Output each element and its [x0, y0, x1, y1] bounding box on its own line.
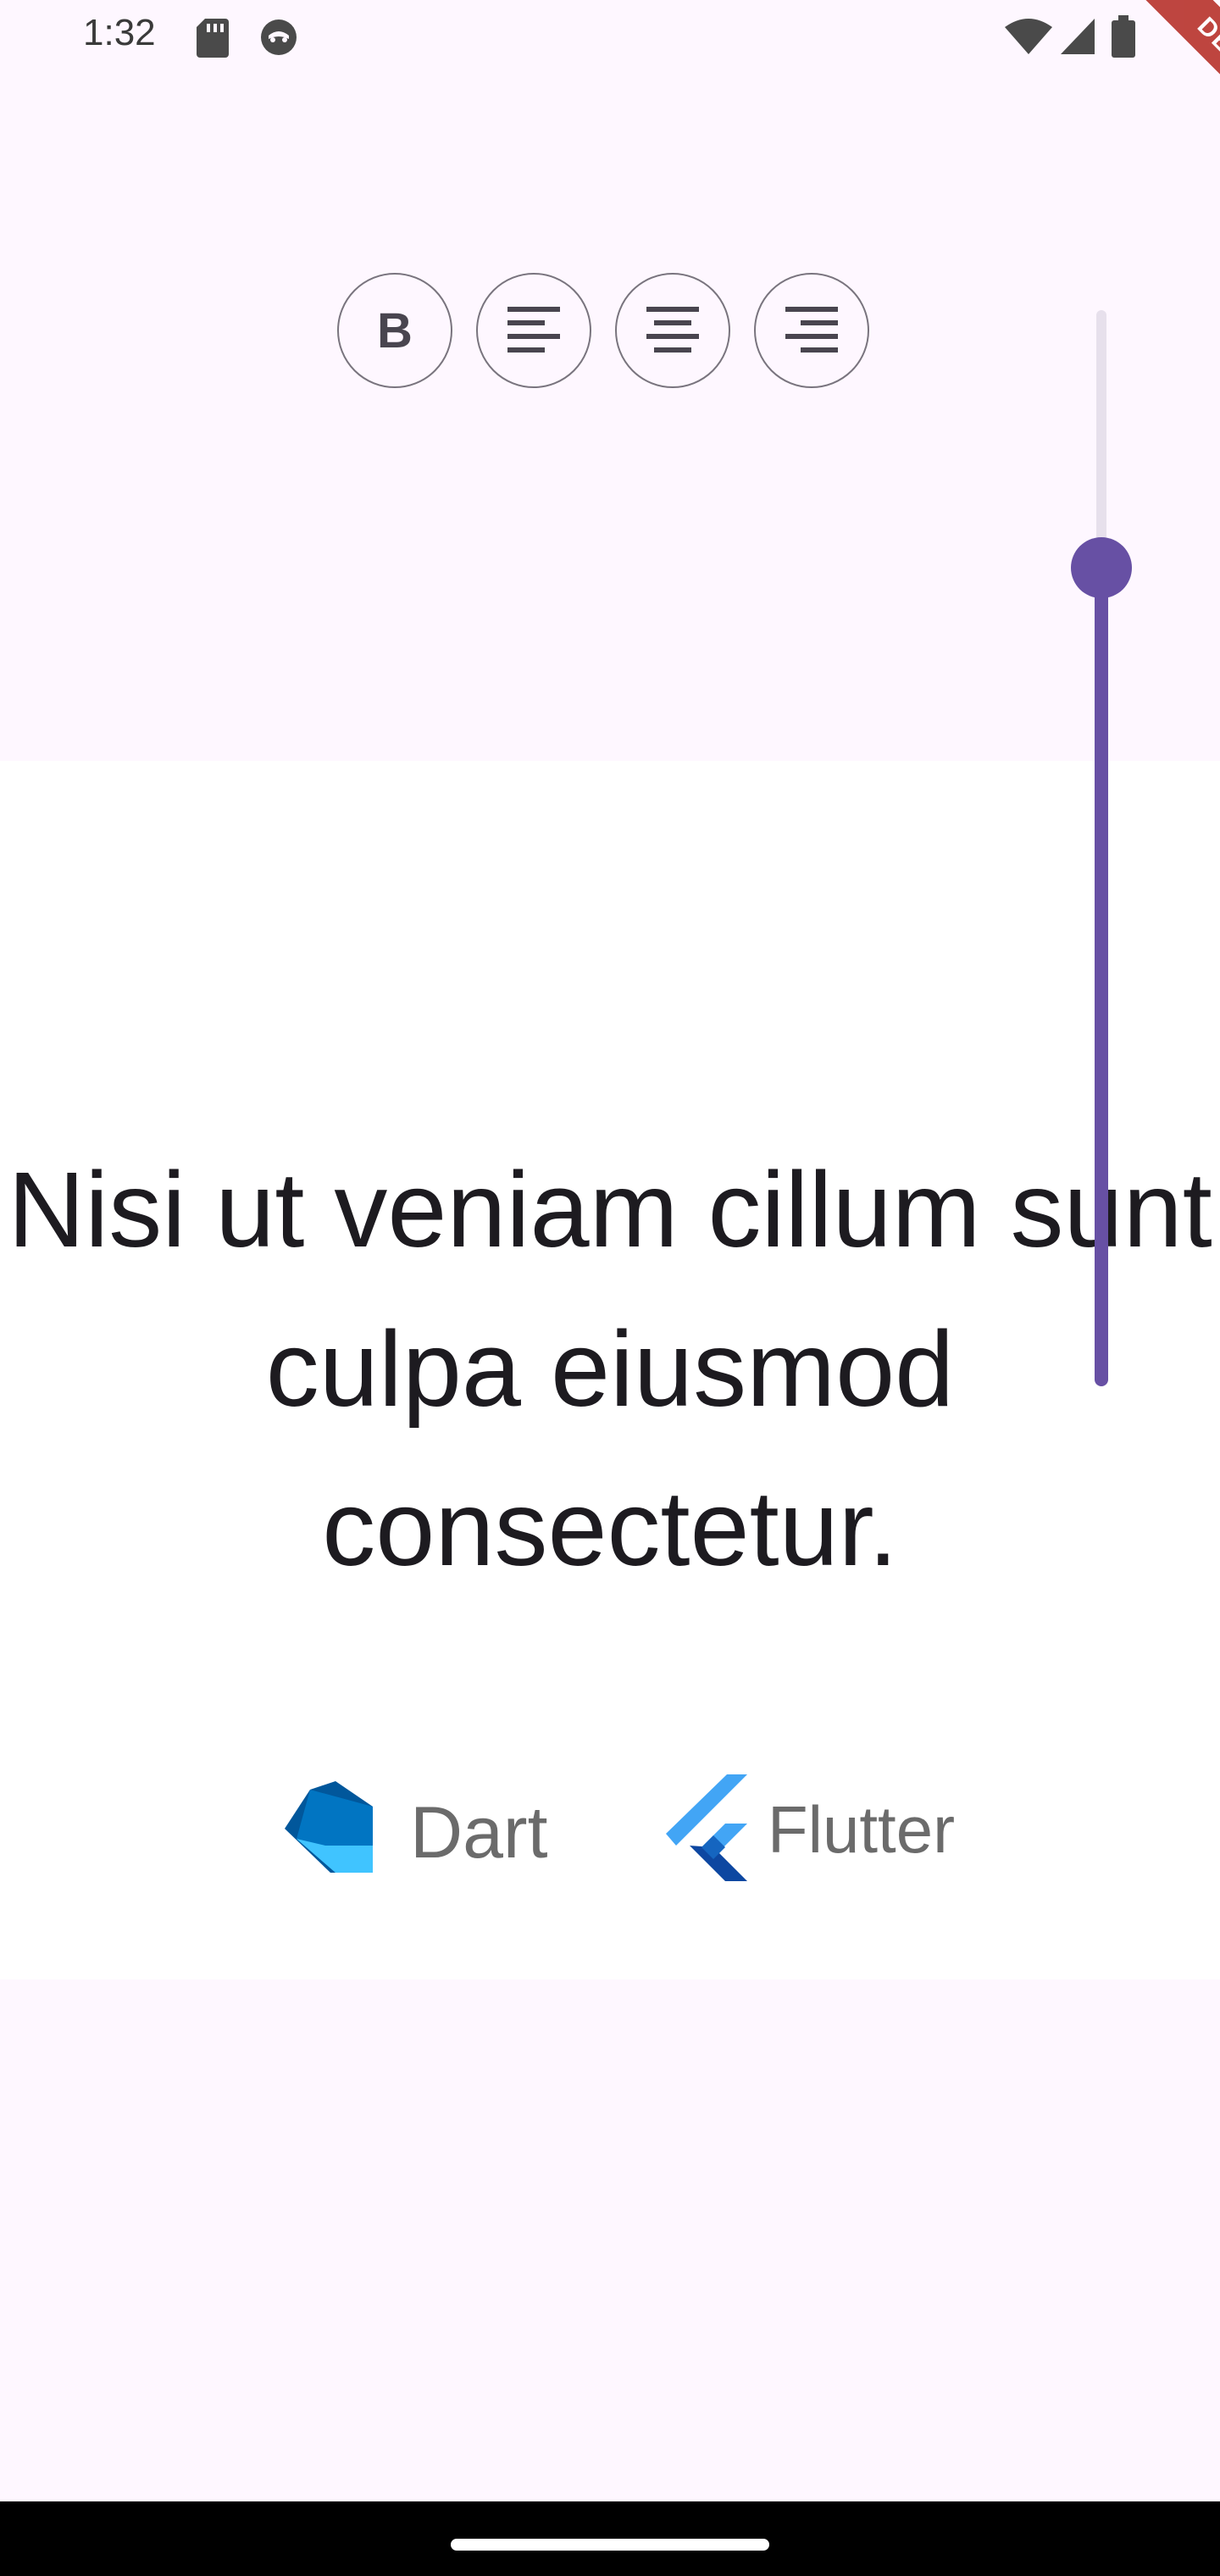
bold-button[interactable]: B	[337, 273, 452, 388]
status-bar: 1:32	[0, 0, 1220, 76]
align-left-icon	[507, 307, 560, 353]
wifi-icon	[1005, 19, 1052, 54]
bold-icon: B	[377, 303, 413, 358]
align-right-button[interactable]	[754, 273, 869, 388]
dart-logo: Dart	[285, 1781, 548, 1874]
align-center-icon	[646, 307, 699, 353]
battery-icon	[1112, 15, 1135, 58]
flutter-logo: Flutter	[666, 1774, 955, 1881]
slider-active-track	[1095, 580, 1108, 1386]
align-right-icon	[785, 307, 838, 353]
cat-face-icon	[261, 19, 297, 55]
status-time: 1:32	[83, 12, 156, 53]
align-center-button[interactable]	[615, 273, 730, 388]
formatting-toolbar: B	[337, 273, 869, 391]
align-left-button[interactable]	[476, 273, 591, 388]
dart-logo-text: Dart	[410, 1792, 548, 1874]
cell-signal-icon	[1061, 19, 1095, 54]
font-size-slider[interactable]	[1071, 305, 1132, 1390]
sd-card-icon	[197, 19, 229, 58]
flutter-logo-text: Flutter	[768, 1792, 955, 1867]
slider-thumb[interactable]	[1071, 537, 1132, 598]
home-indicator[interactable]	[451, 2539, 769, 2551]
lorem-text: Nisi ut veniam cillum sunt culpa eiusmod…	[8, 1150, 1212, 1588]
